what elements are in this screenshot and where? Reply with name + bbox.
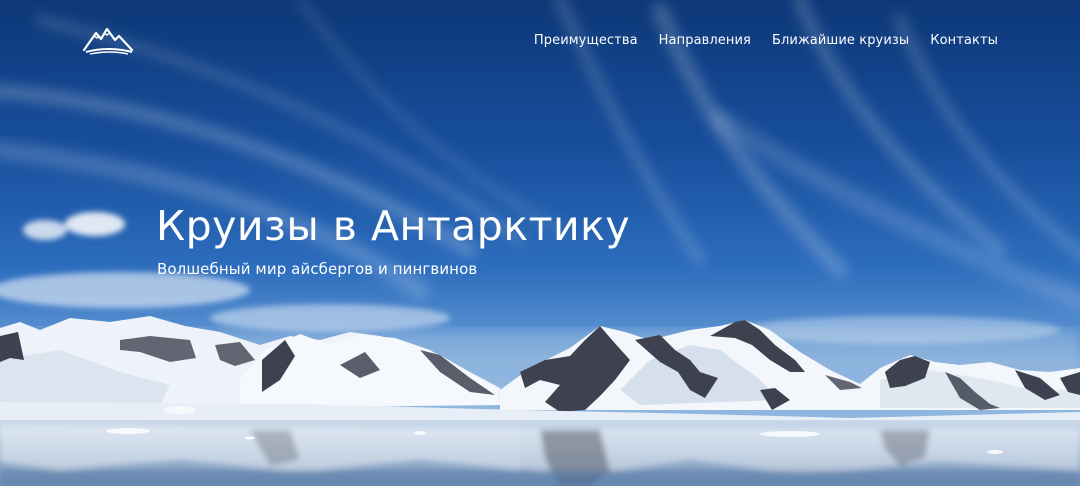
main-nav: Преимущества Направления Ближайшие круиз… [534, 33, 998, 48]
logo-link[interactable] [82, 24, 134, 56]
hero-subtitle: Волшебный мир айсбергов и пингвинов [157, 260, 478, 278]
hero-section: Преимущества Направления Ближайшие круиз… [0, 0, 1080, 486]
hero-title: Круизы в Антарктику [156, 202, 631, 250]
nav-link-destinations[interactable]: Направления [659, 33, 751, 48]
mountain-logo-icon [82, 27, 134, 55]
nav-link-upcoming-cruises[interactable]: Ближайшие круизы [772, 33, 909, 48]
water-reflections [0, 425, 1080, 486]
nav-link-contacts[interactable]: Контакты [930, 33, 998, 48]
nav-link-advantages[interactable]: Преимущества [534, 33, 638, 48]
